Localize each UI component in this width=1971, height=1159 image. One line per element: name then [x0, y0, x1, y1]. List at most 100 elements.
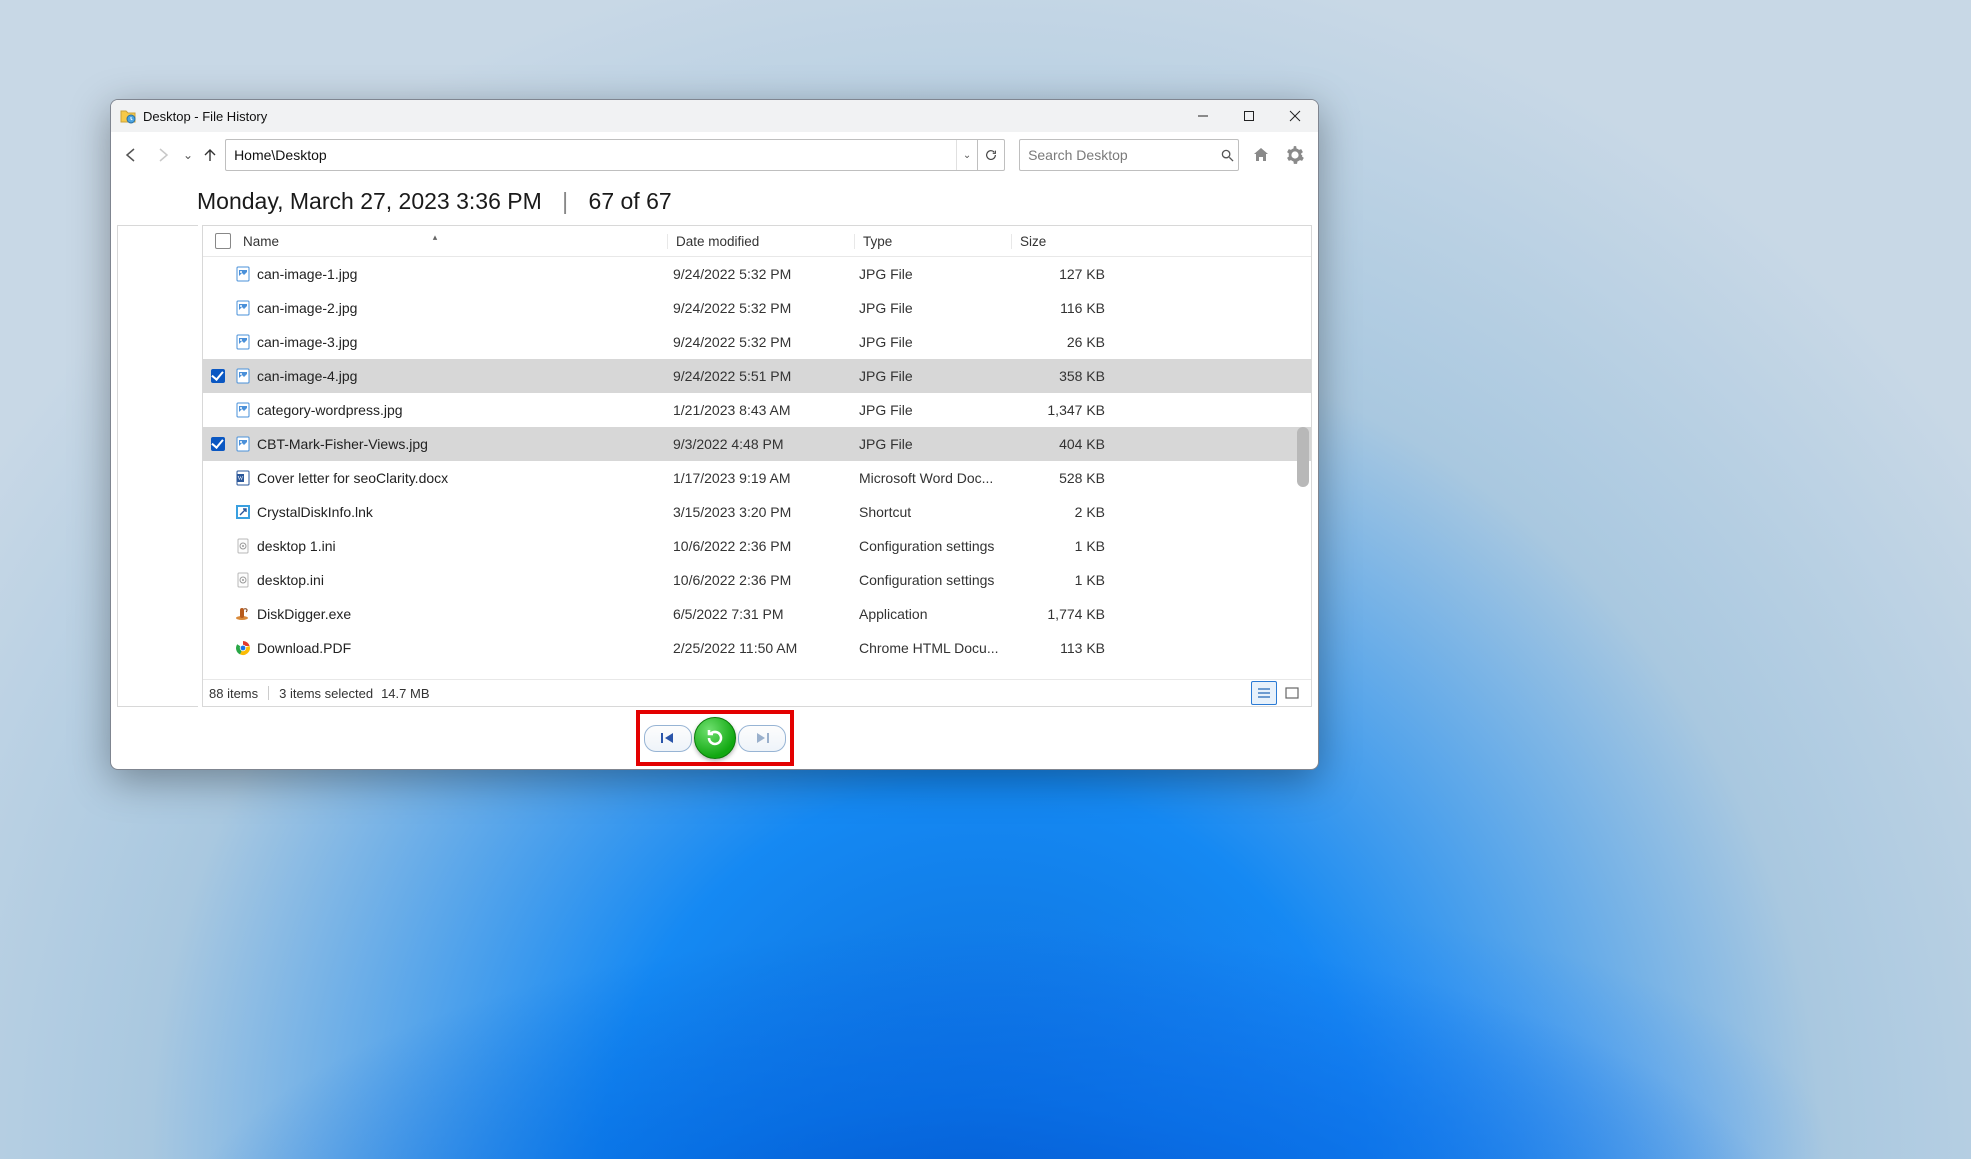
- file-type: JPG File: [851, 402, 1007, 418]
- file-date: 10/6/2022 2:36 PM: [665, 538, 851, 554]
- file-name: can-image-1.jpg: [257, 266, 357, 282]
- file-date: 2/25/2022 11:50 AM: [665, 640, 851, 656]
- file-name: desktop.ini: [257, 572, 324, 588]
- file-list[interactable]: can-image-1.jpg9/24/2022 5:32 PMJPG File…: [203, 257, 1311, 679]
- large-icons-view-button[interactable]: [1279, 681, 1305, 705]
- scrollbar-thumb[interactable]: [1297, 427, 1309, 487]
- svg-text:W: W: [238, 476, 244, 482]
- settings-button[interactable]: [1283, 143, 1307, 167]
- file-row[interactable]: desktop.ini 10/6/2022 2:36 PMConfiguratio…: [203, 563, 1311, 597]
- file-size: 528 KB: [1007, 470, 1109, 486]
- file-row[interactable]: can-image-4.jpg9/24/2022 5:51 PMJPG File…: [203, 359, 1311, 393]
- up-button[interactable]: [199, 141, 221, 169]
- toolbar: ⌄ ⌄: [111, 132, 1318, 178]
- snapshot-position: 67 of 67: [589, 188, 672, 214]
- column-header-type[interactable]: Type: [854, 234, 1011, 249]
- file-size: 116 KB: [1007, 300, 1109, 316]
- row-checkbox[interactable]: [211, 403, 225, 417]
- row-checkbox[interactable]: [211, 505, 225, 519]
- row-checkbox[interactable]: [211, 267, 225, 281]
- row-checkbox[interactable]: [211, 539, 225, 553]
- file-row[interactable]: CrystalDiskInfo.lnk3/15/2023 3:20 PMShor…: [203, 495, 1311, 529]
- file-name: can-image-3.jpg: [257, 334, 357, 350]
- file-history-window: Desktop - File History ⌄ ⌄ Monday, March…: [110, 99, 1319, 770]
- next-version-button[interactable]: [738, 725, 786, 752]
- status-item-count: 88 items: [209, 686, 258, 701]
- row-checkbox[interactable]: [211, 641, 225, 655]
- file-date: 6/5/2022 7:31 PM: [665, 606, 851, 622]
- file-panel: Name ▴ Date modified Type Size can-image…: [202, 225, 1312, 707]
- forward-button[interactable]: [149, 141, 177, 169]
- address-dropdown-button[interactable]: ⌄: [956, 140, 977, 170]
- row-checkbox[interactable]: [211, 335, 225, 349]
- file-name: can-image-2.jpg: [257, 300, 357, 316]
- home-button[interactable]: [1249, 143, 1273, 167]
- file-size: 26 KB: [1007, 334, 1109, 350]
- file-type: Configuration settings: [851, 538, 1007, 554]
- file-size: 404 KB: [1007, 436, 1109, 452]
- file-date: 9/3/2022 4:48 PM: [665, 436, 851, 452]
- address-input[interactable]: [226, 147, 956, 163]
- file-date: 10/6/2022 2:36 PM: [665, 572, 851, 588]
- file-date: 3/15/2023 3:20 PM: [665, 504, 851, 520]
- file-type: Application: [851, 606, 1007, 622]
- file-row[interactable]: desktop 1.ini10/6/2022 2:36 PMConfigurat…: [203, 529, 1311, 563]
- row-checkbox[interactable]: [211, 437, 225, 451]
- column-header-date[interactable]: Date modified: [667, 234, 854, 249]
- left-panel: [117, 225, 198, 707]
- file-name: CrystalDiskInfo.lnk: [257, 504, 373, 520]
- search-input[interactable]: [1020, 147, 1217, 163]
- file-type-icon: [235, 334, 251, 350]
- file-type: JPG File: [851, 436, 1007, 452]
- close-button[interactable]: [1272, 100, 1318, 132]
- file-size: 1 KB: [1007, 572, 1109, 588]
- refresh-button[interactable]: [977, 140, 1004, 170]
- search-icon[interactable]: [1217, 140, 1238, 170]
- column-header-size[interactable]: Size: [1011, 234, 1110, 249]
- file-row[interactable]: can-image-1.jpg 9/24/2022 5:32 PMJPG File…: [203, 257, 1311, 291]
- footer: [111, 707, 1318, 769]
- details-view-button[interactable]: [1251, 681, 1277, 705]
- file-name: DiskDigger.exe: [257, 606, 351, 622]
- snapshot-timestamp: Monday, March 27, 2023 3:36 PM: [197, 188, 542, 214]
- file-type-icon: [235, 572, 251, 588]
- file-type: Configuration settings: [851, 572, 1007, 588]
- search-bar[interactable]: [1019, 139, 1239, 171]
- back-button[interactable]: [117, 141, 145, 169]
- file-date: 9/24/2022 5:32 PM: [665, 334, 851, 350]
- address-bar[interactable]: ⌄: [225, 139, 1005, 171]
- maximize-button[interactable]: [1226, 100, 1272, 132]
- file-type: JPG File: [851, 266, 1007, 282]
- previous-version-button[interactable]: [644, 725, 692, 752]
- file-row[interactable]: can-image-2.jpg9/24/2022 5:32 PMJPG File…: [203, 291, 1311, 325]
- file-row[interactable]: DiskDigger.exe 6/5/2022 7:31 PMApplicatio…: [203, 597, 1311, 631]
- file-size: 2 KB: [1007, 504, 1109, 520]
- file-type-icon: [235, 606, 251, 622]
- file-row[interactable]: can-image-3.jpg9/24/2022 5:32 PMJPG File…: [203, 325, 1311, 359]
- restore-button[interactable]: [694, 717, 736, 759]
- select-all-checkbox[interactable]: [215, 233, 231, 249]
- column-header-name[interactable]: Name ▴: [203, 233, 667, 249]
- file-row[interactable]: Download.PDF2/25/2022 11:50 AMChrome HTM…: [203, 631, 1311, 665]
- file-type-icon: [235, 504, 251, 520]
- file-date: 9/24/2022 5:32 PM: [665, 266, 851, 282]
- row-checkbox[interactable]: [211, 369, 225, 383]
- file-size: 358 KB: [1007, 368, 1109, 384]
- file-date: 1/21/2023 8:43 AM: [665, 402, 851, 418]
- row-checkbox[interactable]: [211, 607, 225, 621]
- minimize-button[interactable]: [1180, 100, 1226, 132]
- file-row[interactable]: category-wordpress.jpg1/21/2023 8:43 AMJ…: [203, 393, 1311, 427]
- app-icon: [119, 107, 137, 125]
- recent-locations-button[interactable]: ⌄: [181, 148, 195, 162]
- file-type: Microsoft Word Doc...: [851, 470, 1007, 486]
- file-row[interactable]: WCover letter for seoClarity.docx1/17/20…: [203, 461, 1311, 495]
- status-selection-size: 14.7 MB: [381, 686, 429, 701]
- file-date: 9/24/2022 5:32 PM: [665, 300, 851, 316]
- file-size: 1,774 KB: [1007, 606, 1109, 622]
- file-row[interactable]: CBT-Mark-Fisher-Views.jpg9/3/2022 4:48 P…: [203, 427, 1311, 461]
- row-checkbox[interactable]: [211, 471, 225, 485]
- file-type-icon: [235, 402, 251, 418]
- row-checkbox[interactable]: [211, 301, 225, 315]
- file-name: can-image-4.jpg: [257, 368, 357, 384]
- row-checkbox[interactable]: [211, 573, 225, 587]
